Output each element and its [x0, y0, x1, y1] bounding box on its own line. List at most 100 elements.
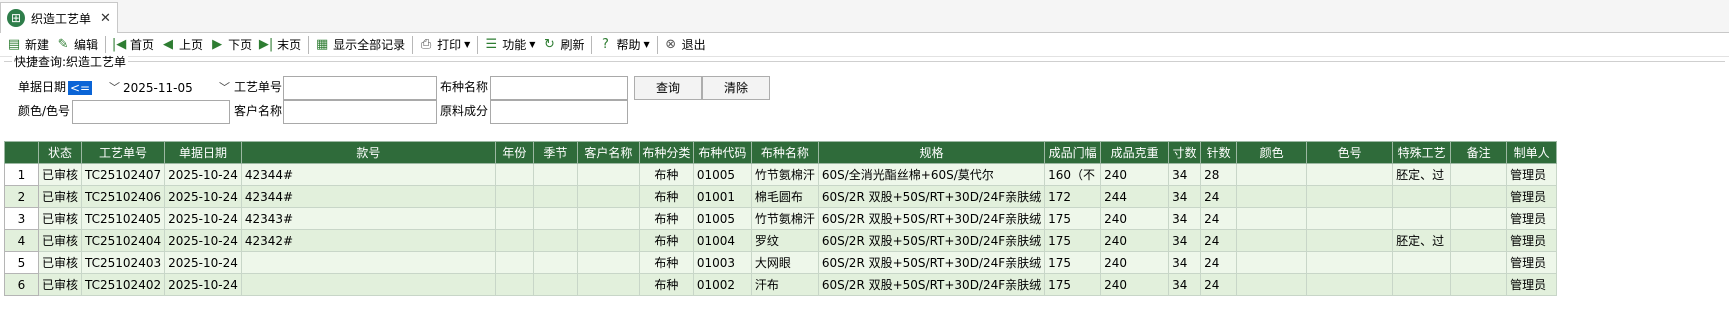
material-input[interactable] [490, 100, 628, 124]
cell-customer[interactable] [576, 163, 640, 186]
table-row[interactable]: 4 已审核 TC25102404 2025-10-24 42342# 布种 01004 罗纹 6… [4, 229, 1558, 252]
row-number-cell[interactable]: 1 [4, 163, 39, 186]
table-row[interactable]: 1 已审核 TC25102407 2025-10-24 42344# 布种 01005 竹节氨… [4, 163, 1558, 186]
cell-no[interactable]: TC25102406 [81, 185, 166, 208]
cell-cat[interactable]: 布种 [638, 229, 694, 252]
cell-needle[interactable]: 24 [1200, 251, 1238, 274]
cell-season[interactable] [532, 273, 578, 296]
cell-code[interactable]: 01003 [692, 251, 752, 274]
column-header[interactable]: 布种代码 [692, 141, 752, 164]
cell-style[interactable]: 42344# [240, 185, 496, 208]
date-operator-select[interactable]: <= ﹀ [68, 77, 123, 99]
cell-spec[interactable]: 60S/2R 双股+50S/RT+30D/24F亲肤绒 [817, 251, 1046, 274]
cell-color-no[interactable] [1306, 273, 1394, 296]
cell-status[interactable]: 已审核 [37, 251, 83, 274]
column-header[interactable]: 布种分类 [638, 141, 694, 164]
cell-remark[interactable] [1450, 273, 1508, 296]
cell-year[interactable] [494, 163, 534, 186]
cell-needle[interactable]: 24 [1200, 229, 1238, 252]
prev-page-button[interactable]: ◀ 上页 [158, 34, 207, 56]
cell-weight[interactable]: 240 [1100, 251, 1170, 274]
print-button[interactable]: ⎙ 打印 ▼ [416, 34, 474, 56]
cell-name[interactable]: 汗布 [750, 273, 819, 296]
cell-inch[interactable]: 34 [1168, 273, 1202, 296]
cell-style[interactable]: 42343# [240, 207, 496, 230]
table-row[interactable]: 2 已审核 TC25102406 2025-10-24 42344# 布种 01001 棉毛圆… [4, 185, 1558, 208]
column-header[interactable]: 特殊工艺 [1392, 141, 1452, 164]
column-header[interactable]: 色号 [1306, 141, 1394, 164]
cell-needle[interactable]: 28 [1200, 163, 1238, 186]
cell-no[interactable]: TC25102407 [81, 163, 166, 186]
cell-color[interactable] [1236, 207, 1308, 230]
cell-needle[interactable]: 24 [1200, 273, 1238, 296]
last-page-button[interactable]: ▶| 末页 [256, 34, 305, 56]
cell-color[interactable] [1236, 273, 1308, 296]
cell-year[interactable] [494, 229, 534, 252]
cell-code[interactable]: 01004 [692, 229, 752, 252]
cell-color[interactable] [1236, 251, 1308, 274]
cell-color-no[interactable] [1306, 229, 1394, 252]
cell-maker[interactable]: 管理员 [1506, 251, 1558, 274]
cell-date[interactable]: 2025-10-24 [164, 229, 242, 252]
cell-spec[interactable]: 60S/2R 双股+50S/RT+30D/24F亲肤绒 [817, 229, 1046, 252]
date-picker[interactable]: 2025-11-05 ﹀ [123, 77, 233, 99]
cell-date[interactable]: 2025-10-24 [164, 251, 242, 274]
column-header[interactable]: 针数 [1200, 141, 1238, 164]
cell-maker[interactable]: 管理员 [1506, 163, 1558, 186]
close-icon[interactable]: ✕ [100, 11, 111, 26]
cell-weight[interactable]: 244 [1100, 185, 1170, 208]
table-row[interactable]: 3 已审核 TC25102405 2025-10-24 42343# 布种 01005 竹节氨… [4, 207, 1558, 230]
cell-color-no[interactable] [1306, 185, 1394, 208]
column-header[interactable]: 工艺单号 [81, 141, 166, 164]
cell-inch[interactable]: 34 [1168, 163, 1202, 186]
cell-color[interactable] [1236, 229, 1308, 252]
table-row[interactable]: 6 已审核 TC25102402 2025-10-24 布种 01002 汗布 60S/2R … [4, 273, 1558, 296]
cell-code[interactable]: 01005 [692, 163, 752, 186]
cell-status[interactable]: 已审核 [37, 229, 83, 252]
cell-inch[interactable]: 34 [1168, 229, 1202, 252]
cell-style[interactable]: 42344# [240, 163, 496, 186]
cell-color[interactable] [1236, 185, 1308, 208]
column-header[interactable]: 备注 [1450, 141, 1508, 164]
column-header[interactable]: 规格 [817, 141, 1046, 164]
cell-maker[interactable]: 管理员 [1506, 273, 1558, 296]
cell-name[interactable]: 竹节氨棉汗 [750, 163, 819, 186]
cell-year[interactable] [494, 207, 534, 230]
column-header[interactable]: 布种名称 [750, 141, 819, 164]
function-menu-button[interactable]: ☰ 功能 ▼ [481, 34, 539, 56]
row-number-cell[interactable]: 2 [4, 185, 39, 208]
cell-code[interactable]: 01002 [692, 273, 752, 296]
cell-customer[interactable] [576, 229, 640, 252]
cell-no[interactable]: TC25102403 [81, 251, 166, 274]
customer-input[interactable] [283, 100, 437, 124]
row-number-cell[interactable]: 4 [4, 229, 39, 252]
cell-width[interactable]: 175 [1044, 273, 1102, 296]
column-header[interactable]: 单据日期 [164, 141, 242, 164]
cell-name[interactable]: 棉毛圆布 [750, 185, 819, 208]
cell-season[interactable] [532, 229, 578, 252]
cell-date[interactable]: 2025-10-24 [164, 273, 242, 296]
cell-weight[interactable]: 240 [1100, 273, 1170, 296]
show-all-button[interactable]: ▦ 显示全部记录 [312, 34, 409, 56]
cell-remark[interactable] [1450, 163, 1508, 186]
color-input[interactable] [72, 100, 230, 124]
refresh-button[interactable]: ↻ 刷新 [539, 34, 588, 56]
cell-special[interactable] [1392, 185, 1452, 208]
tab-craft-sheet[interactable]: ⊞ 织造工艺单 ✕ [0, 2, 118, 33]
cell-no[interactable]: TC25102405 [81, 207, 166, 230]
cell-cat[interactable]: 布种 [638, 251, 694, 274]
cell-special[interactable]: 胚定、过 [1392, 163, 1452, 186]
cell-color-no[interactable] [1306, 251, 1394, 274]
cell-style[interactable]: 42342# [240, 229, 496, 252]
exit-button[interactable]: ⊗ 退出 [661, 34, 710, 56]
cell-width[interactable]: 172 [1044, 185, 1102, 208]
column-header[interactable]: 颜色 [1236, 141, 1308, 164]
cell-maker[interactable]: 管理员 [1506, 185, 1558, 208]
cell-special[interactable]: 胚定、过 [1392, 229, 1452, 252]
cell-status[interactable]: 已审核 [37, 207, 83, 230]
cell-needle[interactable]: 24 [1200, 185, 1238, 208]
cell-remark[interactable] [1450, 185, 1508, 208]
cell-name[interactable]: 罗纹 [750, 229, 819, 252]
cell-inch[interactable]: 34 [1168, 251, 1202, 274]
column-header[interactable]: 状态 [37, 141, 83, 164]
